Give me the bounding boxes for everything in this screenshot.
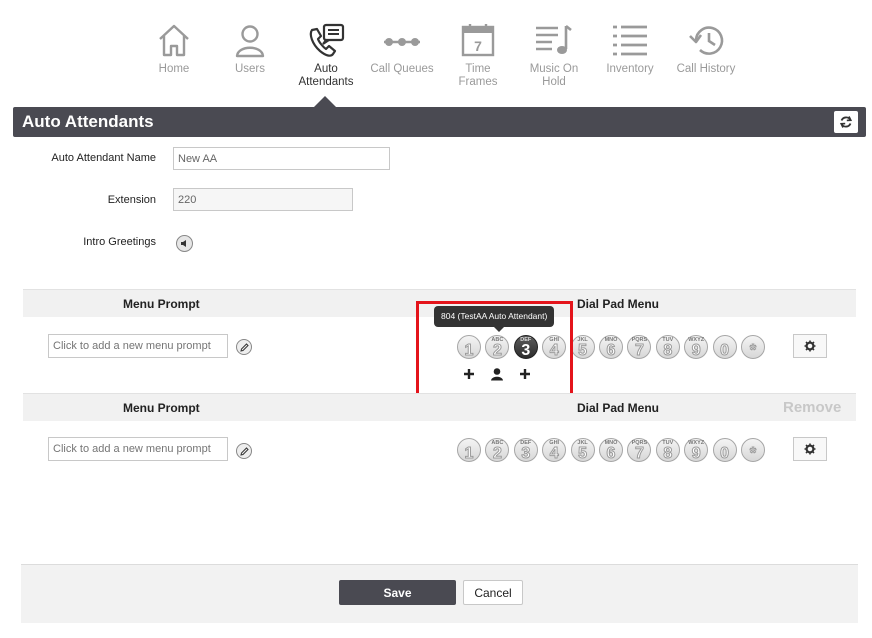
nav-call-history[interactable]: Call History [668, 22, 744, 76]
list-icon [613, 25, 647, 56]
extension-input[interactable] [173, 188, 353, 211]
nav-call-history-label: Call History [676, 63, 736, 75]
menu-prompt-header: Menu Prompt [123, 401, 200, 415]
music-icon [536, 24, 572, 54]
intro-greetings-label: Intro Greetings [83, 236, 156, 248]
refresh-button[interactable] [834, 111, 858, 133]
dial-key-7[interactable]: PQRS 7 [627, 438, 652, 463]
gear-icon [804, 340, 816, 352]
nav-users[interactable]: Users [212, 22, 288, 76]
refresh-icon [839, 116, 853, 128]
nav-home[interactable]: Home [136, 22, 212, 76]
home-icon [159, 24, 189, 57]
nav-home-label: Home [158, 63, 190, 75]
dial-key-6[interactable]: MNO 6 [599, 335, 623, 360]
speaker-icon[interactable] [176, 235, 193, 252]
dial-key-3[interactable]: DEF 3 [513, 438, 538, 463]
highlight-box [416, 301, 573, 397]
dial-key-6[interactable]: MNO 6 [599, 438, 623, 463]
dial-key-number: 7 [634, 445, 644, 463]
dial-key-number: 6 [606, 342, 616, 360]
auto-attendant-icon [309, 23, 345, 57]
nav-music-on-hold-label: Music On Hold [529, 63, 579, 88]
auto-attendant-name-input[interactable] [173, 147, 390, 170]
nav-time-frames[interactable]: 7 Time Frames [440, 22, 516, 89]
dial-pad-menu-header: Dial Pad Menu [577, 297, 660, 311]
menu-2-header: Menu Prompt Dial Pad Menu Remove [23, 393, 856, 421]
nav-time-frames-label: Time Frames [458, 63, 498, 88]
cancel-button[interactable]: Cancel [463, 580, 523, 605]
menu-prompt-header: Menu Prompt [123, 297, 200, 311]
active-nav-caret [314, 96, 336, 107]
dial-key-star[interactable]: * [741, 438, 765, 463]
calendar-icon: 7 [461, 24, 495, 57]
dial-key-5[interactable]: JKL 5 [570, 335, 595, 360]
dial-key-9[interactable]: WXYZ 9 [684, 335, 709, 360]
edit-prompt-icon[interactable] [236, 443, 252, 459]
svg-text:7: 7 [474, 38, 482, 54]
nav-inventory-label: Inventory [606, 63, 654, 75]
history-icon [689, 26, 724, 55]
dial-key-5[interactable]: JKL 5 [570, 438, 595, 463]
dial-key-number: * [749, 342, 757, 360]
dial-key-number: 0 [720, 342, 730, 360]
menu-prompt-input[interactable] [48, 437, 228, 461]
main-nav: Home Users Auto Attendants Call Queues 7… [0, 22, 872, 102]
nav-users-label: Users [234, 63, 266, 75]
remove-menu-button[interactable]: Remove [783, 399, 841, 416]
menu-settings-button[interactable] [793, 437, 827, 461]
dial-key-4[interactable]: GHI 4 [542, 438, 567, 463]
dial-key-8[interactable]: TUV 8 [655, 335, 680, 360]
dial-key-0[interactable]: 0 [712, 438, 737, 463]
dial-key-number: 9 [691, 445, 701, 463]
gear-icon [804, 443, 816, 455]
dial-key-number: 6 [606, 445, 616, 463]
dial-key-1[interactable]: 1 [457, 438, 481, 463]
dial-pad-menu-header: Dial Pad Menu [577, 401, 660, 415]
dial-key-number: 1 [464, 445, 474, 463]
dial-key-2[interactable]: ABC 2 [485, 438, 510, 463]
dial-key-number: 4 [549, 445, 559, 463]
dial-key-number: 8 [663, 445, 673, 463]
edit-prompt-icon[interactable] [236, 339, 252, 355]
dial-key-number: 2 [492, 445, 502, 463]
dial-key-number: * [749, 445, 757, 463]
dial-key-number: 0 [720, 445, 730, 463]
menu-prompt-input[interactable] [48, 334, 228, 358]
dial-key-8[interactable]: TUV 8 [655, 438, 680, 463]
section-header: Auto Attendants [13, 107, 866, 137]
dial-key-star[interactable]: * [741, 335, 765, 360]
section-title: Auto Attendants [22, 112, 154, 131]
name-label: Auto Attendant Name [51, 152, 156, 164]
extension-label: Extension [107, 194, 156, 206]
user-icon [235, 25, 265, 58]
nav-call-queues[interactable]: Call Queues [364, 22, 440, 76]
dial-key-number: 7 [634, 342, 644, 360]
dial-key-number: 8 [663, 342, 673, 360]
call-queue-icon [384, 38, 420, 46]
nav-auto-attendants-label: Auto Attendants [298, 63, 354, 88]
dial-key-0[interactable]: 0 [712, 335, 737, 360]
dial-key-9[interactable]: WXYZ 9 [684, 438, 709, 463]
nav-auto-attendants[interactable]: Auto Attendants [288, 22, 364, 89]
dial-key-number: 5 [578, 342, 588, 360]
dial-key-number: 9 [691, 342, 701, 360]
nav-inventory[interactable]: Inventory [592, 22, 668, 76]
nav-music-on-hold[interactable]: Music On Hold [516, 22, 592, 89]
save-button[interactable]: Save [339, 580, 456, 605]
dial-key-number: 3 [521, 445, 531, 463]
menu-settings-button[interactable] [793, 334, 827, 358]
nav-call-queues-label: Call Queues [370, 63, 434, 75]
dial-key-7[interactable]: PQRS 7 [627, 335, 652, 360]
dial-key-number: 5 [578, 445, 588, 463]
